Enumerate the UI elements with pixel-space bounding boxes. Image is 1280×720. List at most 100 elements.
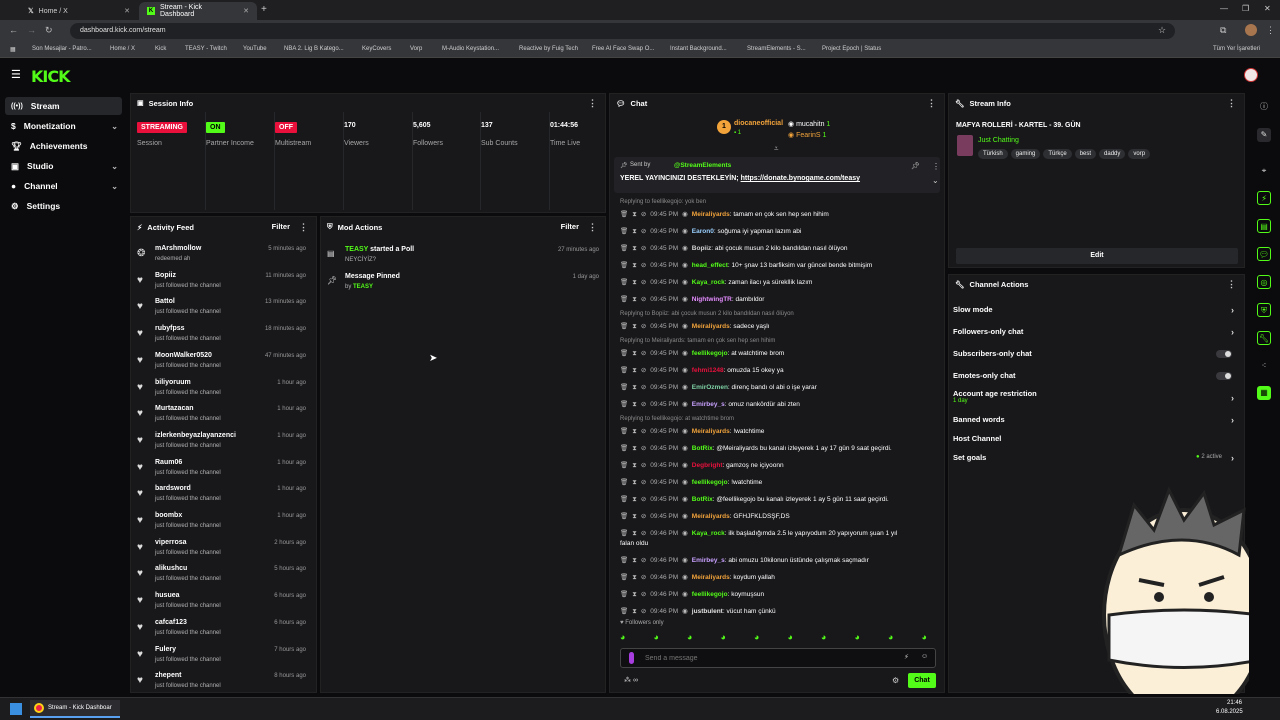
username[interactable]: Bopiiz bbox=[155, 272, 176, 279]
username[interactable]: boombx bbox=[155, 512, 182, 519]
gear-icon[interactable]: ⚙ bbox=[892, 676, 899, 685]
delete-icon[interactable]: 🗑︎ bbox=[620, 279, 628, 286]
delete-icon[interactable]: 🗑︎ bbox=[620, 262, 628, 269]
chat-username[interactable]: Meiraliyards bbox=[692, 428, 730, 435]
tag[interactable]: Türkçe bbox=[1043, 149, 1072, 159]
delete-icon[interactable]: 🗑︎ bbox=[620, 428, 628, 435]
more-options-icon[interactable]: ⋮ bbox=[1227, 279, 1236, 290]
broadcast-icon[interactable]: ◎ bbox=[1257, 275, 1271, 289]
bookmark[interactable]: KeyCovers bbox=[362, 46, 391, 52]
username[interactable]: rubyfpss bbox=[155, 325, 185, 332]
slow-mode-item[interactable]: Slow mode › bbox=[953, 305, 1238, 325]
chat-username[interactable]: BotRix bbox=[692, 496, 713, 503]
timeout-icon[interactable]: ⧗ bbox=[632, 591, 637, 598]
category-name[interactable]: Just Chatting bbox=[978, 137, 1019, 144]
sidebar-item-settings[interactable]: ⚙ Settings bbox=[5, 197, 122, 215]
sidebar-item-monetization[interactable]: $ Monetization ⌄ bbox=[5, 117, 122, 135]
banned-words-item[interactable]: Banned words › bbox=[953, 415, 1238, 435]
menu-dots-icon[interactable]: ⋮ bbox=[1266, 25, 1275, 36]
emote-icon[interactable]: ◕ bbox=[888, 632, 893, 642]
set-goals-item[interactable]: Set goals ● 2 active › bbox=[953, 453, 1238, 473]
delete-icon[interactable]: 🗑︎ bbox=[620, 445, 628, 452]
wrench-icon[interactable]: 🔧︎ bbox=[1257, 331, 1271, 345]
account-age-item[interactable]: Account age restriction › 1 day bbox=[953, 389, 1238, 415]
chat-username[interactable]: Bopiiz bbox=[692, 245, 712, 252]
ban-icon[interactable]: ⊘ bbox=[641, 557, 646, 564]
send-chat-button[interactable]: Chat bbox=[908, 673, 936, 688]
username[interactable]: viperrosa bbox=[155, 539, 187, 546]
timeout-icon[interactable]: ⧗ bbox=[632, 530, 637, 537]
bookmark[interactable]: TEASY - Twitch bbox=[185, 46, 227, 52]
chat-username[interactable]: justbulent bbox=[692, 608, 723, 615]
chat-username[interactable]: feellikegojo bbox=[692, 591, 728, 598]
delete-icon[interactable]: 🗑︎ bbox=[620, 228, 628, 235]
username[interactable]: TEASY bbox=[345, 246, 368, 253]
delete-icon[interactable]: 🗑︎ bbox=[620, 530, 628, 537]
chat-username[interactable]: Kaya_rock bbox=[692, 530, 725, 537]
timeout-icon[interactable]: ⧗ bbox=[632, 323, 637, 330]
host-channel-item[interactable]: Host Channel bbox=[953, 434, 1238, 454]
chat-username[interactable]: Emirbey_s bbox=[692, 401, 725, 408]
bookmark[interactable]: Son Mesajlar - Patro... bbox=[32, 46, 92, 52]
ban-icon[interactable]: ⊘ bbox=[641, 574, 646, 581]
pencil-icon[interactable]: ✎ bbox=[1257, 128, 1271, 142]
ban-icon[interactable]: ⊘ bbox=[641, 428, 646, 435]
chat-username[interactable]: Meiraliyards bbox=[692, 323, 730, 330]
chat-username[interactable]: Degbright bbox=[692, 462, 723, 469]
plus-icon[interactable]: ▦ bbox=[1257, 386, 1271, 400]
delete-icon[interactable]: 🗑︎ bbox=[620, 513, 628, 520]
more-options-icon[interactable]: ⋮ bbox=[299, 222, 308, 233]
timeout-icon[interactable]: ⧗ bbox=[632, 262, 637, 269]
bookmark[interactable]: Free AI Face Swap O... bbox=[592, 46, 654, 52]
emote-icon[interactable]: ◕ bbox=[922, 632, 927, 642]
emotes-only-toggle[interactable] bbox=[1216, 372, 1232, 380]
username[interactable]: Raum06 bbox=[155, 459, 182, 466]
maximize-icon[interactable]: ❐ bbox=[1242, 4, 1249, 13]
delete-icon[interactable]: 🗑︎ bbox=[620, 367, 628, 374]
all-bookmarks[interactable]: Tüm Yer İşaretleri bbox=[1213, 46, 1260, 52]
timeout-icon[interactable]: ⧗ bbox=[632, 228, 637, 235]
emote-icon[interactable]: ◕ bbox=[788, 632, 793, 642]
more-options-icon[interactable]: ⋮ bbox=[588, 98, 597, 109]
ban-icon[interactable]: ⊘ bbox=[641, 245, 646, 252]
sidebar-item-studio[interactable]: ▣ Studio ⌄ bbox=[5, 157, 122, 175]
timeout-icon[interactable]: ⧗ bbox=[632, 574, 637, 581]
tag[interactable]: vorp bbox=[1128, 149, 1151, 159]
delete-icon[interactable]: 🗑︎ bbox=[620, 323, 628, 330]
username[interactable]: bardsword bbox=[155, 485, 191, 492]
timeout-icon[interactable]: ⧗ bbox=[632, 279, 637, 286]
subscribers-only-toggle[interactable] bbox=[1216, 350, 1232, 358]
username[interactable]: zhepent bbox=[155, 672, 181, 679]
url-field[interactable]: dashboard.kick.com/stream bbox=[70, 23, 1175, 39]
forward-icon[interactable]: → bbox=[27, 25, 36, 35]
chat-bubble-icon[interactable]: 💬︎ bbox=[1257, 247, 1271, 261]
bookmark[interactable]: NBA 2. Lig B Katego... bbox=[284, 46, 344, 52]
bolt-icon[interactable]: ⚡︎ bbox=[1257, 191, 1271, 205]
bookmark[interactable]: Kick bbox=[155, 46, 166, 52]
ban-icon[interactable]: ⊘ bbox=[641, 608, 646, 615]
sidebar-item-channel[interactable]: ● Channel ⌄ bbox=[5, 177, 122, 195]
sidebar-item-achievements[interactable]: 🏆︎ Achievements bbox=[5, 137, 122, 155]
chat-username[interactable]: Meiraliyards bbox=[692, 211, 730, 218]
emoji-icon[interactable]: ☺ bbox=[921, 653, 928, 660]
ban-icon[interactable]: ⊘ bbox=[641, 591, 646, 598]
delete-icon[interactable]: 🗑︎ bbox=[620, 496, 628, 503]
delete-icon[interactable]: 🗑︎ bbox=[620, 462, 628, 469]
username[interactable]: izlerkenbeyazlayanzenci bbox=[155, 432, 236, 439]
chat-username[interactable]: Kaya_rock bbox=[692, 279, 725, 286]
tag[interactable]: Türkish bbox=[978, 149, 1008, 159]
timeout-icon[interactable]: ⧗ bbox=[632, 401, 637, 408]
chat-username[interactable]: BotRix bbox=[692, 445, 713, 452]
ban-icon[interactable]: ⊘ bbox=[641, 296, 646, 303]
bookmark[interactable]: Home / X bbox=[110, 46, 135, 52]
emote-icon[interactable]: ◕ bbox=[754, 632, 759, 642]
timeout-icon[interactable]: ⧗ bbox=[632, 496, 637, 503]
hamburger-menu-icon[interactable]: ☰ bbox=[11, 68, 21, 81]
ban-icon[interactable]: ⊘ bbox=[641, 479, 646, 486]
donate-link[interactable]: https://donate.bynogame.com/teasy bbox=[741, 175, 860, 182]
apps-icon[interactable]: ▦ bbox=[10, 46, 16, 53]
chat-scrollbar[interactable] bbox=[944, 574, 945, 614]
chat-username[interactable]: Meiraliyards bbox=[692, 574, 730, 581]
timeout-icon[interactable]: ⧗ bbox=[632, 367, 637, 374]
star-icon[interactable]: ☆ bbox=[1158, 25, 1166, 36]
